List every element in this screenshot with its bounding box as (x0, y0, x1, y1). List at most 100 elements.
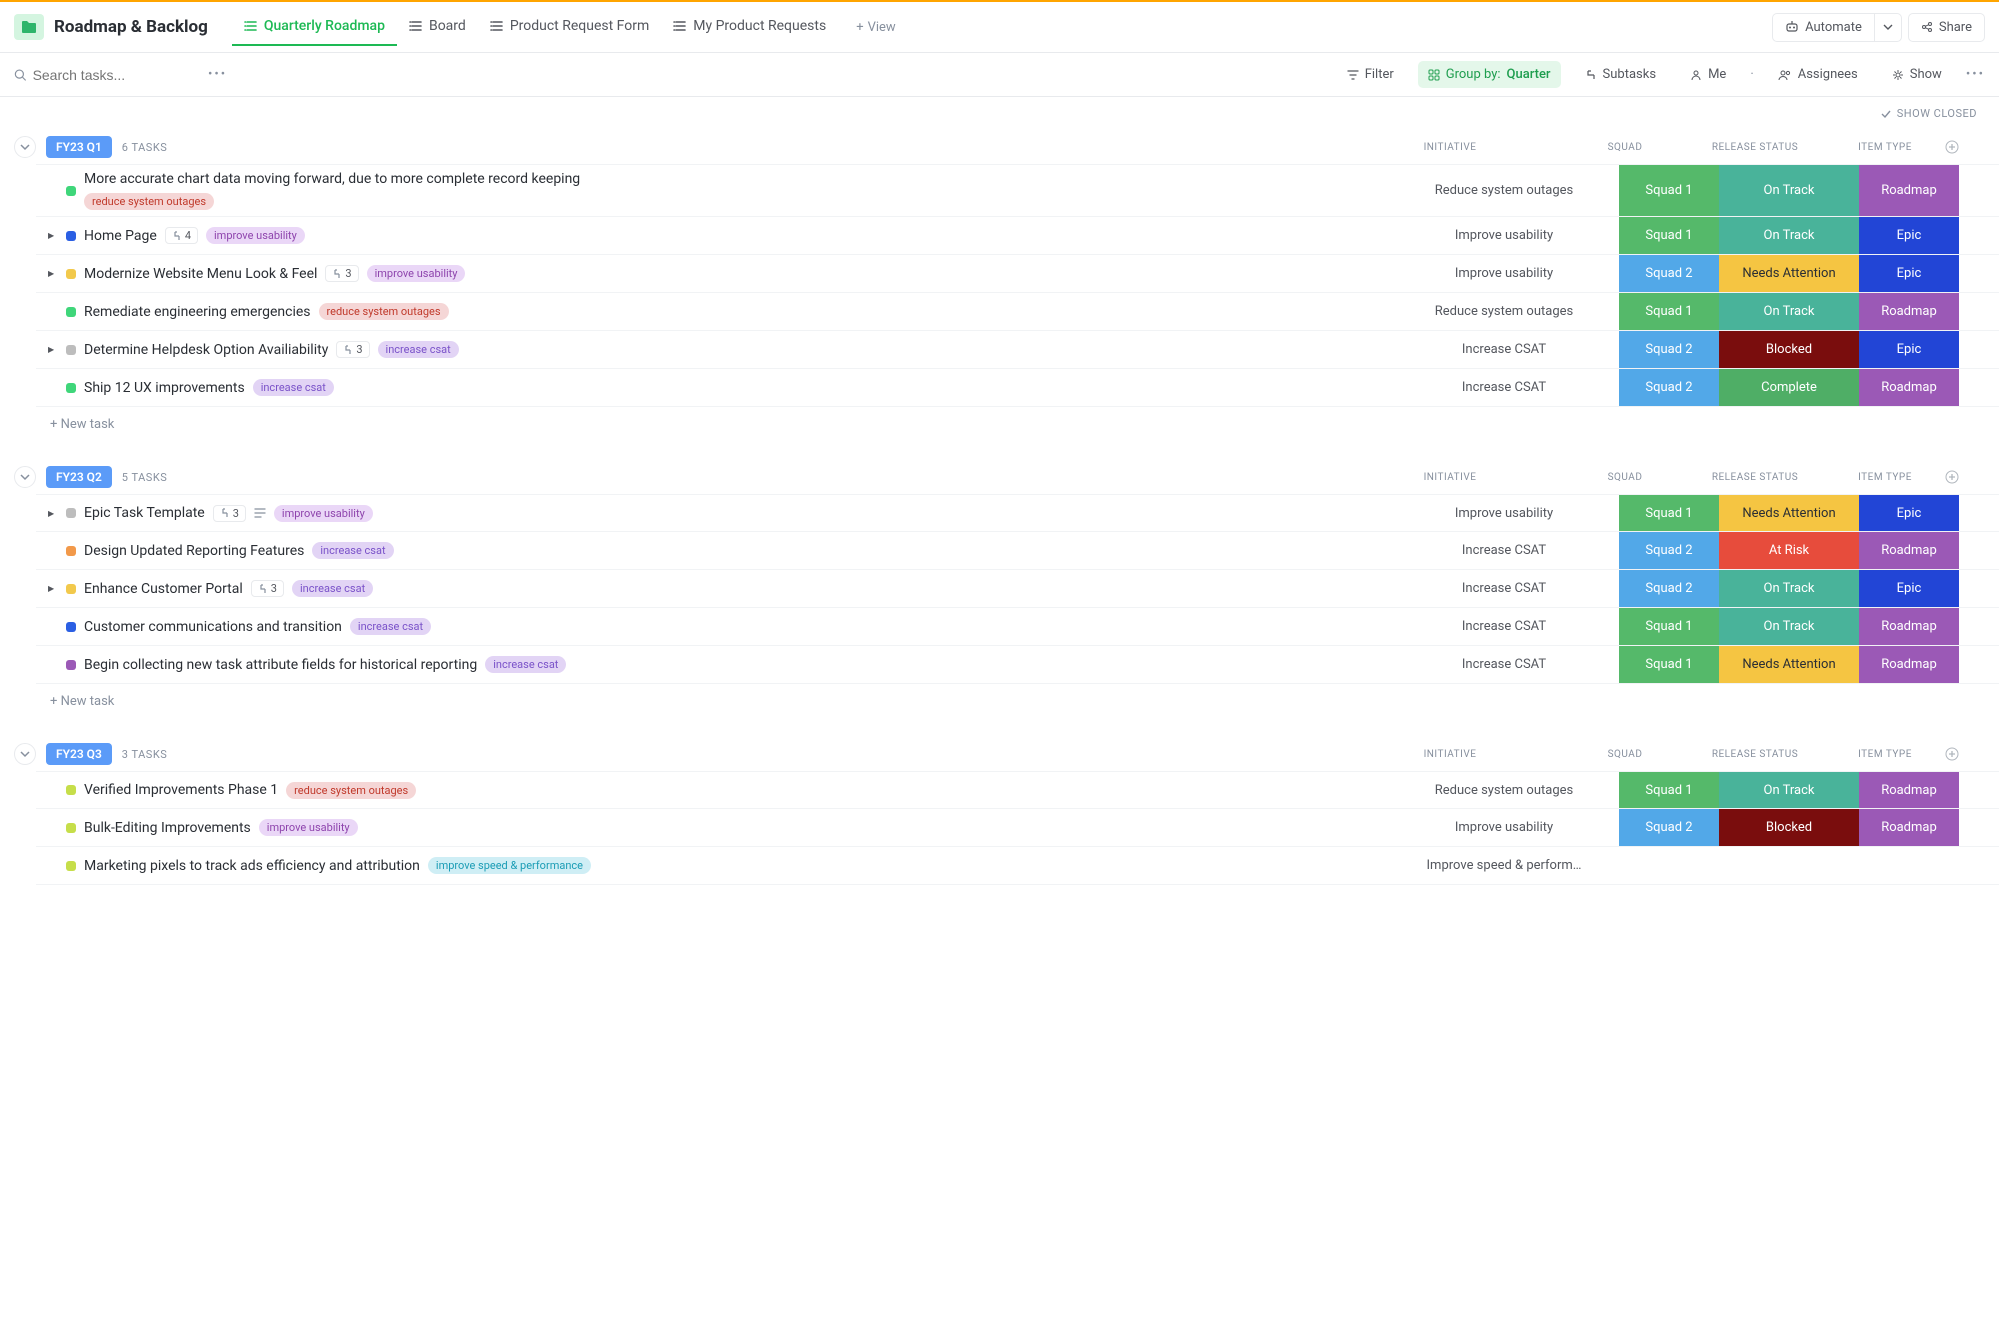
cell-squad[interactable]: Squad 2 (1619, 809, 1719, 846)
task-row[interactable]: ▶Remediate engineering emergenciesreduce… (36, 293, 1999, 331)
cell-initiative[interactable]: Improve usability (1389, 217, 1619, 254)
cell-release-status[interactable]: Needs Attention (1719, 255, 1859, 292)
cell-initiative[interactable]: Reduce system outages (1389, 772, 1619, 808)
task-title[interactable]: Modernize Website Menu Look & Feel (84, 266, 317, 282)
show-closed-button[interactable]: SHOW CLOSED (1881, 107, 1977, 120)
task-row[interactable]: ▶Begin collecting new task attribute fie… (36, 646, 1999, 684)
cell-squad[interactable] (1619, 847, 1719, 884)
status-square[interactable] (66, 546, 76, 556)
group-chip[interactable]: FY23 Q3 (46, 743, 112, 765)
subtask-count-badge[interactable]: 3 (251, 580, 284, 597)
column-header-release[interactable]: RELEASE STATUS (1685, 142, 1825, 153)
cell-item-type[interactable]: Epic (1859, 495, 1959, 531)
toolbar-more-button[interactable]: ••• (1966, 67, 1985, 82)
task-title[interactable]: Epic Task Template (84, 505, 205, 521)
cell-initiative[interactable]: Improve usability (1389, 255, 1619, 292)
task-tag[interactable]: improve usability (274, 505, 373, 522)
cell-item-type[interactable]: Roadmap (1859, 293, 1959, 330)
cell-squad[interactable]: Squad 1 (1619, 646, 1719, 683)
status-square[interactable] (66, 508, 76, 518)
share-button[interactable]: Share (1908, 13, 1985, 42)
status-square[interactable] (66, 622, 76, 632)
task-tag[interactable]: improve speed & performance (428, 857, 591, 874)
cell-item-type[interactable]: Roadmap (1859, 369, 1959, 406)
group-chip[interactable]: FY23 Q1 (46, 136, 112, 158)
cell-release-status[interactable]: Blocked (1719, 331, 1859, 368)
cell-squad[interactable]: Squad 1 (1619, 608, 1719, 645)
subtasks-button[interactable]: Subtasks (1575, 61, 1667, 88)
column-header-squad[interactable]: SQUAD (1575, 142, 1675, 153)
show-button[interactable]: Show (1882, 61, 1952, 88)
cell-squad[interactable]: Squad 1 (1619, 165, 1719, 216)
task-tag[interactable]: increase csat (312, 542, 393, 559)
cell-item-type[interactable]: Roadmap (1859, 772, 1959, 808)
search-box[interactable] (14, 67, 194, 83)
subtask-count-badge[interactable]: 3 (213, 505, 246, 522)
column-header-type[interactable]: ITEM TYPE (1835, 142, 1935, 153)
cell-initiative[interactable]: Increase CSAT (1389, 570, 1619, 607)
cell-release-status[interactable] (1719, 847, 1859, 884)
status-square[interactable] (66, 785, 76, 795)
cell-item-type[interactable] (1859, 847, 1959, 884)
task-row[interactable]: ▶Bulk-Editing Improvementsimprove usabil… (36, 809, 1999, 847)
expand-caret[interactable]: ▶ (48, 509, 58, 518)
column-header-release[interactable]: RELEASE STATUS (1685, 472, 1825, 483)
task-title[interactable]: Bulk-Editing Improvements (84, 820, 251, 836)
search-input[interactable] (33, 67, 194, 83)
task-tag[interactable]: reduce system outages (319, 303, 449, 320)
new-task-button[interactable]: + New task (0, 684, 1999, 719)
status-square[interactable] (66, 823, 76, 833)
cell-squad[interactable]: Squad 1 (1619, 217, 1719, 254)
cell-item-type[interactable]: Epic (1859, 255, 1959, 292)
expand-caret[interactable]: ▶ (48, 345, 58, 354)
status-square[interactable] (66, 307, 76, 317)
cell-squad[interactable]: Squad 2 (1619, 570, 1719, 607)
task-title[interactable]: Remediate engineering emergencies (84, 304, 311, 320)
column-header-squad[interactable]: SQUAD (1575, 472, 1675, 483)
task-title[interactable]: Marketing pixels to track ads efficiency… (84, 858, 420, 874)
task-title[interactable]: More accurate chart data moving forward,… (84, 171, 580, 187)
column-header-release[interactable]: RELEASE STATUS (1685, 749, 1825, 760)
task-row[interactable]: ▶Verified Improvements Phase 1reduce sys… (36, 771, 1999, 809)
task-tag[interactable]: reduce system outages (84, 193, 214, 210)
cell-squad[interactable]: Squad 2 (1619, 331, 1719, 368)
task-tag[interactable]: increase csat (378, 341, 459, 358)
status-square[interactable] (66, 269, 76, 279)
cell-item-type[interactable]: Roadmap (1859, 165, 1959, 216)
subtask-count-badge[interactable]: 3 (325, 265, 358, 282)
task-title[interactable]: Home Page (84, 228, 157, 244)
column-header-initiative[interactable]: INITIATIVE (1335, 472, 1565, 483)
cell-squad[interactable]: Squad 2 (1619, 255, 1719, 292)
cell-initiative[interactable]: Increase CSAT (1389, 646, 1619, 683)
group-collapse-button[interactable] (14, 743, 36, 765)
cell-release-status[interactable]: Needs Attention (1719, 495, 1859, 531)
cell-release-status[interactable]: On Track (1719, 608, 1859, 645)
add-column-button[interactable] (1945, 140, 1985, 154)
cell-initiative[interactable]: Increase CSAT (1389, 608, 1619, 645)
cell-release-status[interactable]: On Track (1719, 772, 1859, 808)
cell-initiative[interactable]: Improve usability (1389, 809, 1619, 846)
expand-caret[interactable]: ▶ (48, 269, 58, 278)
status-square[interactable] (66, 383, 76, 393)
cell-initiative[interactable]: Increase CSAT (1389, 369, 1619, 406)
task-title[interactable]: Verified Improvements Phase 1 (84, 782, 278, 798)
status-square[interactable] (66, 660, 76, 670)
tab-quarterly-roadmap[interactable]: Quarterly Roadmap (232, 8, 397, 46)
status-square[interactable] (66, 186, 76, 196)
task-row[interactable]: ▶Determine Helpdesk Option Availiability… (36, 331, 1999, 369)
expand-caret[interactable]: ▶ (48, 231, 58, 240)
automate-button[interactable]: Automate (1772, 13, 1874, 42)
cell-release-status[interactable]: On Track (1719, 570, 1859, 607)
task-title[interactable]: Design Updated Reporting Features (84, 543, 304, 559)
task-row[interactable]: ▶Design Updated Reporting Featuresincrea… (36, 532, 1999, 570)
task-tag[interactable]: increase csat (253, 379, 334, 396)
assignees-button[interactable]: Assignees (1768, 61, 1868, 88)
task-title[interactable]: Enhance Customer Portal (84, 581, 243, 597)
task-tag[interactable]: improve usability (206, 227, 305, 244)
task-row[interactable]: ▶Customer communications and transitioni… (36, 608, 1999, 646)
task-tag[interactable]: increase csat (292, 580, 373, 597)
cell-initiative[interactable]: Improve usability (1389, 495, 1619, 531)
status-square[interactable] (66, 345, 76, 355)
subtask-count-badge[interactable]: 4 (165, 227, 198, 244)
task-row[interactable]: ▶ Home Page 4 improve usability Improve usab… (36, 217, 1999, 255)
